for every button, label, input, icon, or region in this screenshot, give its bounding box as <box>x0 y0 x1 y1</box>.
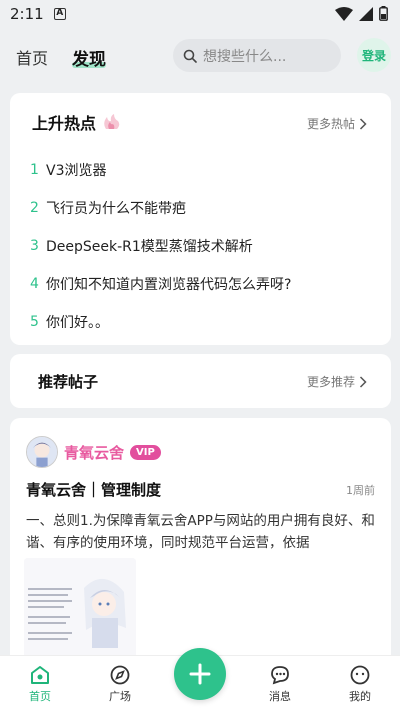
nav-home[interactable]: 首页 <box>0 656 80 711</box>
search-icon <box>183 49 197 63</box>
hot-topic-rank: 5 <box>30 314 39 330</box>
status-time: 2:11 <box>10 5 44 23</box>
hot-topic-text: V3浏览器 <box>46 163 107 179</box>
hot-topic-rank: 2 <box>30 200 39 216</box>
hot-topics-title: 上升热点 <box>32 114 97 133</box>
battery-icon <box>379 6 388 21</box>
status-bar: 2:11 A <box>0 0 400 28</box>
nav-messages-label: 消息 <box>269 689 291 703</box>
hot-topic-text: 飞行员为什么不能带疤 <box>46 201 186 217</box>
search-input[interactable]: 想搜些什么... <box>173 39 341 72</box>
nav-square-label: 广场 <box>109 689 131 703</box>
create-post-button[interactable] <box>174 648 226 700</box>
notification-icon: A <box>53 8 66 20</box>
compass-icon <box>110 665 130 684</box>
tab-discover[interactable]: 发现 <box>72 45 107 70</box>
hot-topic-item[interactable]: 3 DeepSeek-R1模型蒸馏技术解析 <box>10 227 391 265</box>
post-image-illustration <box>24 558 136 658</box>
search-placeholder: 想搜些什么... <box>203 48 287 65</box>
hot-topic-text: DeepSeek-R1模型蒸馏技术解析 <box>46 239 253 255</box>
recommended-posts-title: 推荐帖子 <box>38 372 99 391</box>
chevron-right-icon <box>359 375 367 388</box>
tab-discover-label: 发现 <box>72 49 107 70</box>
signal-icon <box>359 6 373 21</box>
post-body: 一、总则1.为保障青氧云舍APP与网站的用户拥有良好、和谐、有序的使用环境，同时… <box>26 513 375 551</box>
avatar[interactable] <box>26 436 58 468</box>
nav-home-label: 首页 <box>29 689 51 703</box>
chevron-right-icon <box>359 117 367 130</box>
smile-icon <box>350 665 370 684</box>
flame-icon <box>104 114 120 129</box>
hot-topic-item[interactable]: 4 你们知不知道内置浏览器代码怎么弄呀? <box>10 265 391 303</box>
nav-profile-label: 我的 <box>349 689 371 703</box>
post-time: 1周前 <box>346 484 375 497</box>
more-recommended-link[interactable]: 更多推荐 <box>307 373 367 390</box>
top-header: 首页 发现 想搜些什么... 登录 <box>0 28 400 86</box>
more-recommended-label: 更多推荐 <box>306 375 355 389</box>
wifi-icon <box>335 6 353 21</box>
vip-badge: VIP <box>130 444 161 460</box>
nav-profile[interactable]: 我的 <box>320 656 400 711</box>
post-author[interactable]: 青氧云舍 VIP <box>26 436 161 468</box>
hot-topic-item[interactable]: 2 飞行员为什么不能带疤 <box>10 189 391 227</box>
hot-topics-list: 1 V3浏览器 2 飞行员为什么不能带疤 3 DeepSeek-R1模型蒸馏技术解析 … <box>10 151 391 341</box>
post-title: 青氧云舍｜管理制度 <box>26 481 162 499</box>
hot-topic-item[interactable]: 5 你们好。。 <box>10 303 391 341</box>
author-name: 青氧云舍 <box>64 443 125 462</box>
hot-topic-rank: 1 <box>30 162 39 178</box>
recommended-posts-header: 推荐帖子 更多推荐 <box>10 354 391 408</box>
hot-topic-text: 你们知不知道内置浏览器代码怎么弄呀? <box>46 277 292 293</box>
hot-topic-text: 你们好。。 <box>46 315 109 331</box>
hot-topic-rank: 3 <box>30 238 39 254</box>
hot-topic-rank: 4 <box>30 276 39 292</box>
plus-icon <box>189 663 211 685</box>
nav-messages[interactable]: 消息 <box>240 656 320 711</box>
login-button[interactable]: 登录 <box>357 38 391 72</box>
avatar-image <box>27 437 57 467</box>
post-image[interactable] <box>24 558 136 658</box>
status-icons <box>335 6 388 21</box>
hot-topics-card: 上升热点 更多热帖 1 V3浏览器 2 飞行员为什么不能带疤 3 DeepSeek-R… <box>10 93 391 345</box>
home-icon <box>31 665 49 684</box>
more-hot-posts-label: 更多热帖 <box>306 117 355 131</box>
tab-home[interactable]: 首页 <box>16 45 48 69</box>
nav-square[interactable]: 广场 <box>80 656 160 711</box>
chat-icon <box>271 665 289 684</box>
more-hot-posts-link[interactable]: 更多热帖 <box>307 115 367 132</box>
hot-topic-item[interactable]: 1 V3浏览器 <box>10 151 391 189</box>
